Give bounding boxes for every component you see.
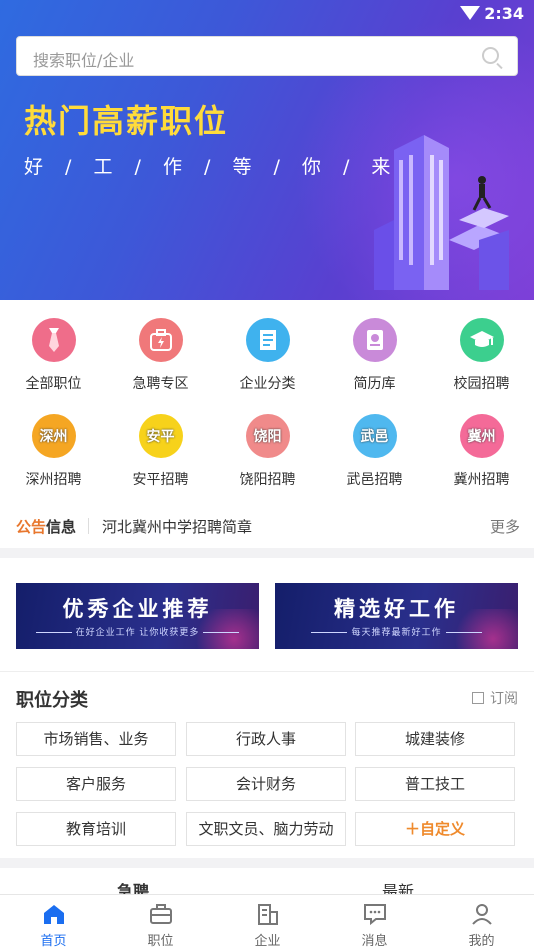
category-item[interactable]: 安平 安平招聘 xyxy=(107,414,214,489)
city-badge-icon: 冀州 xyxy=(459,414,504,458)
promo-card-enterprise[interactable]: 优秀企业推荐 在好企业工作 让你收获更多 xyxy=(16,583,259,649)
bottom-navigation: 首页 职位 企业 消息 我的 xyxy=(0,894,534,949)
nav-label: 消息 xyxy=(361,934,388,949)
nav-label: 我的 xyxy=(468,934,495,949)
banner-subtitle: 好 / 工 / 作 / 等 / 你 / 来 xyxy=(24,156,399,178)
message-icon xyxy=(363,902,387,926)
promo-title: 优秀企业推荐 xyxy=(62,597,213,621)
job-category-item[interactable]: 普工技工 xyxy=(355,767,515,801)
subscribe-label: 订阅 xyxy=(490,691,518,707)
tab-latest[interactable]: 最新 xyxy=(382,878,414,894)
section-divider xyxy=(0,548,534,558)
category-item[interactable]: 饶阳 饶阳招聘 xyxy=(214,414,321,489)
subscribe-icon xyxy=(472,692,484,704)
notice-divider xyxy=(88,518,89,534)
category-item[interactable]: 简历库 xyxy=(321,318,428,393)
city-badge-icon: 饶阳 xyxy=(245,414,290,458)
section-divider xyxy=(0,858,534,868)
promo-title: 精选好工作 xyxy=(334,597,459,621)
category-item[interactable]: 企业分类 xyxy=(214,318,321,393)
notice-more-link[interactable]: 更多 xyxy=(490,516,520,537)
category-label: 饶阳招聘 xyxy=(239,472,296,488)
city-badge-icon: 武邑 xyxy=(352,414,397,458)
category-label: 安平招聘 xyxy=(132,472,189,488)
category-label: 简历库 xyxy=(353,376,396,392)
resume-book-icon xyxy=(352,318,397,362)
search-icon[interactable] xyxy=(482,47,499,64)
promo-subtitle: 每天推荐最新好工作 xyxy=(275,625,518,638)
notice-bar[interactable]: 公告信息 河北冀州中学招聘简章 更多 xyxy=(0,512,534,540)
nav-item[interactable]: 我的 xyxy=(428,895,534,949)
job-category-item[interactable]: 会计财务 xyxy=(186,767,346,801)
section-divider xyxy=(0,671,534,672)
nav-item[interactable]: 首页 xyxy=(0,895,107,949)
category-label: 深州招聘 xyxy=(25,472,82,488)
category-item[interactable]: 深州 深州招聘 xyxy=(0,414,107,489)
custom-category-button[interactable]: ＋自定义 xyxy=(355,812,515,846)
job-category-item[interactable]: 城建装修 xyxy=(355,722,515,756)
category-item[interactable]: 武邑 武邑招聘 xyxy=(321,414,428,489)
category-item[interactable]: 校园招聘 xyxy=(428,318,534,393)
nav-item[interactable]: 企业 xyxy=(214,895,321,949)
job-category-item[interactable]: 行政人事 xyxy=(186,722,346,756)
home-icon xyxy=(42,902,66,926)
category-item[interactable]: 急聘专区 xyxy=(107,318,214,393)
category-label: 企业分类 xyxy=(239,376,296,392)
notice-tag: 公告信息 xyxy=(16,518,77,536)
nav-item[interactable]: 职位 xyxy=(107,895,214,949)
city-badge-icon: 安平 xyxy=(138,414,183,458)
building-doc-icon xyxy=(245,318,290,362)
category-item[interactable]: 冀州 冀州招聘 xyxy=(428,414,534,489)
graduation-cap-icon xyxy=(459,318,504,362)
nav-item[interactable]: 消息 xyxy=(321,895,428,949)
search-input[interactable]: 搜索职位/企业 xyxy=(16,36,518,76)
promo-card-jobs[interactable]: 精选好工作 每天推荐最新好工作 xyxy=(275,583,518,649)
city-badge-icon: 深州 xyxy=(31,414,76,458)
category-label: 急聘专区 xyxy=(132,376,189,392)
urgent-bag-icon xyxy=(138,318,183,362)
job-category-item[interactable]: 市场销售、业务 xyxy=(16,722,176,756)
category-label: 武邑招聘 xyxy=(346,472,403,488)
wifi-icon xyxy=(460,6,480,20)
list-tabs: 急聘 最新 xyxy=(0,868,534,894)
job-category-item[interactable]: 客户服务 xyxy=(16,767,176,801)
job-category-item[interactable]: 教育培训 xyxy=(16,812,176,846)
banner-title: 热门高薪职位 xyxy=(24,102,229,140)
hero-banner[interactable]: 2:34 搜索职位/企业 热门高薪职位 好 / 工 / 作 / 等 / 你 / … xyxy=(0,0,534,300)
building-icon xyxy=(256,902,280,926)
city-illustration-icon xyxy=(374,135,509,290)
job-category-title: 职位分类 xyxy=(16,690,88,711)
nav-label: 企业 xyxy=(254,934,281,949)
subscribe-button[interactable]: 订阅 xyxy=(472,688,518,708)
category-item[interactable]: 全部职位 xyxy=(0,318,107,393)
nav-label: 首页 xyxy=(40,934,67,949)
notice-text[interactable]: 河北冀州中学招聘简章 xyxy=(102,516,252,537)
job-category-item[interactable]: 文职文员、脑力劳动 xyxy=(186,812,346,846)
tab-urgent[interactable]: 急聘 xyxy=(117,878,149,894)
search-placeholder: 搜索职位/企业 xyxy=(33,51,135,70)
nav-label: 职位 xyxy=(147,934,174,949)
category-label: 冀州招聘 xyxy=(453,472,510,488)
status-time: 2:34 xyxy=(484,4,524,23)
category-label: 校园招聘 xyxy=(453,376,510,392)
briefcase-icon xyxy=(149,902,173,926)
promo-subtitle: 在好企业工作 让你收获更多 xyxy=(16,625,259,638)
tie-icon xyxy=(31,318,76,362)
profile-icon xyxy=(470,902,494,926)
category-label: 全部职位 xyxy=(25,376,82,392)
